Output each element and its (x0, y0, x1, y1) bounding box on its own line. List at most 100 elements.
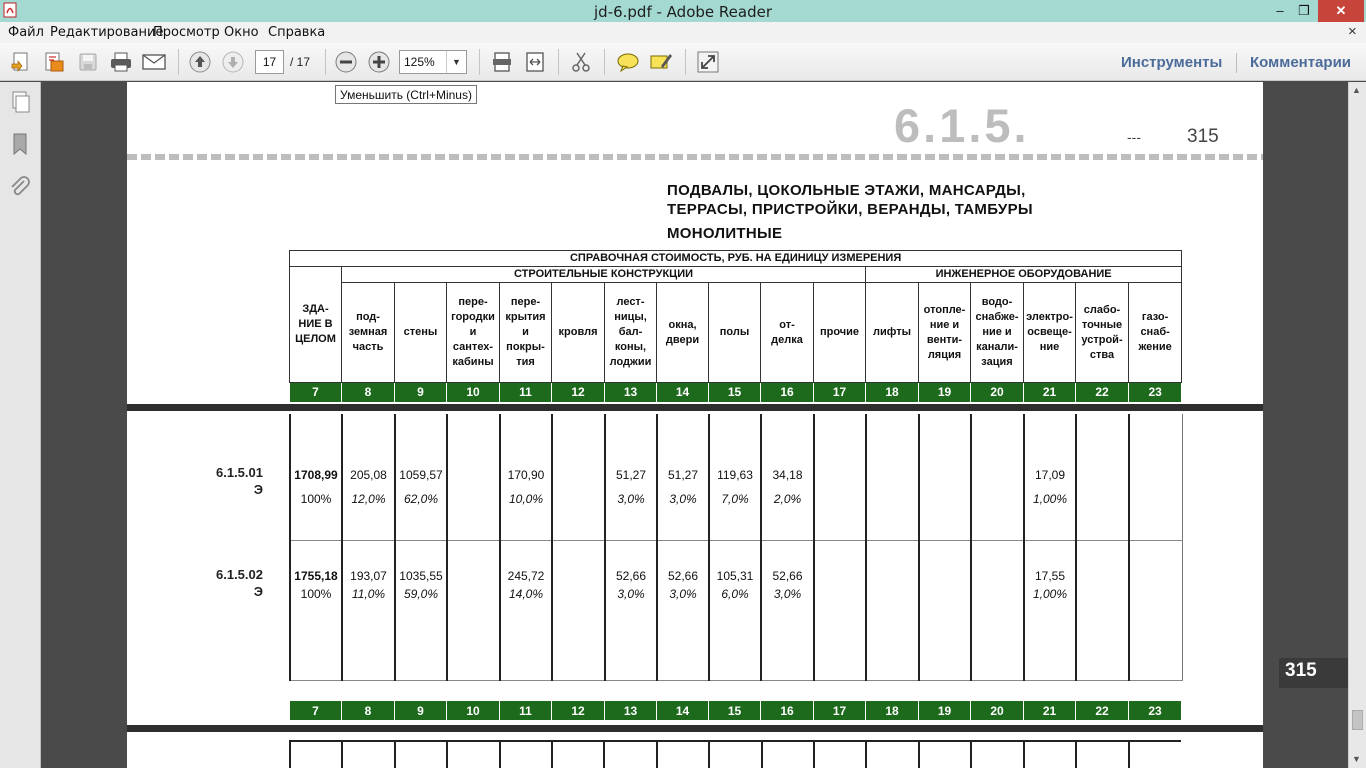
dashed-divider (127, 154, 1263, 160)
table-cell: 52,66 3,0% (760, 540, 815, 681)
fullscreen-icon (697, 51, 719, 73)
cell-percent: 1,00% (1032, 586, 1068, 601)
save-button[interactable] (75, 50, 101, 74)
section-heading-line2: ТЕРРАСЫ, ПРИСТРОЙКИ, ВЕРАНДЫ, ТАМБУРЫ (667, 201, 1033, 218)
column-number: 19 (918, 700, 971, 721)
table-cell (446, 740, 500, 768)
column-header: лифты (865, 282, 919, 383)
table-cell: 119,63 7,0% (708, 414, 762, 541)
menu-help[interactable]: Справка (268, 25, 325, 40)
column-header: кровля (551, 282, 605, 383)
zoom-select[interactable]: 125% ▼ (399, 50, 467, 74)
zoom-in-icon (368, 51, 390, 73)
cell-percent: 59,0% (403, 586, 439, 601)
page-number: 315 (1187, 126, 1219, 147)
table-cell (970, 414, 1025, 541)
zoom-out-button[interactable] (333, 50, 359, 74)
cell-value: 245,72 (507, 568, 545, 583)
tools-pane-button[interactable]: Инструменты (1121, 54, 1222, 71)
comment-button[interactable] (615, 50, 641, 74)
close-button[interactable]: ✕ (1318, 0, 1364, 22)
table-cell (918, 414, 972, 541)
column-header-building: ЗДА- НИЕ В ЦЕЛОМ (289, 266, 342, 383)
toolbar-separator (604, 49, 605, 75)
page-number-input[interactable]: 17 (255, 50, 284, 74)
fullscreen-button[interactable] (695, 50, 721, 74)
menu-file[interactable]: Файл (8, 25, 44, 40)
table-cell (970, 740, 1024, 768)
highlight-button[interactable] (648, 50, 674, 74)
cell-value: 52,66 (615, 568, 647, 583)
table-cell: 1035,55 59,0% (394, 540, 448, 681)
table-cell (865, 740, 919, 768)
maximize-button[interactable]: ❐ (1292, 0, 1316, 22)
table-cell: 51,27 3,0% (604, 414, 658, 541)
table-cell: 245,72 14,0% (499, 540, 553, 681)
chevron-down-icon[interactable]: ▼ (446, 51, 466, 73)
vertical-scrollbar[interactable]: ▲ ▼ (1348, 82, 1366, 768)
row-code-number: 6.1.5.02 (216, 567, 263, 582)
scroll-up-icon[interactable]: ▲ (1352, 85, 1361, 95)
fit-width-button[interactable] (522, 50, 548, 74)
cell-percent: 3,0% (617, 586, 645, 601)
column-number: 11 (499, 382, 552, 403)
cell-percent: 3,0% (773, 586, 802, 601)
column-number: 10 (446, 700, 500, 721)
scroll-down-icon[interactable]: ▼ (1352, 754, 1361, 764)
cell-value: 17,09 (1034, 468, 1066, 482)
table-divider (127, 725, 1263, 732)
menu-edit[interactable]: Редактирование (50, 25, 163, 40)
comments-pane-button[interactable]: Комментарии (1250, 54, 1351, 71)
email-button[interactable] (141, 50, 167, 74)
table-cell: 205,08 12,0% (341, 414, 396, 541)
menu-view[interactable]: Просмотр (153, 25, 220, 40)
section-heading-line1: ПОДВАЛЫ, ЦОКОЛЬНЫЕ ЭТАЖИ, МАНСАРДЫ, (667, 182, 1026, 199)
document-area[interactable]: 6.1.5. --- 315 ПОДВАЛЫ, ЦОКОЛЬНЫЕ ЭТАЖИ,… (41, 82, 1348, 768)
next-page-button[interactable] (220, 50, 246, 74)
toolbar-separator (685, 49, 686, 75)
column-header: слабо- точные устрой- ства (1075, 282, 1129, 383)
table-cell: 170,90 10,0% (499, 414, 553, 541)
comment-icon (617, 53, 639, 73)
cut-button[interactable] (568, 50, 594, 74)
column-number: 16 (760, 382, 814, 403)
zoom-in-button[interactable] (366, 50, 392, 74)
column-number: 12 (551, 382, 605, 403)
minimize-button[interactable]: ‒ (1268, 0, 1292, 22)
toolbar-separator (178, 49, 179, 75)
column-number: 10 (446, 382, 500, 403)
column-header: пере- городки и сантех- кабины (446, 282, 500, 383)
column-number: 8 (341, 700, 395, 721)
cell-percent: 6,0% (721, 586, 749, 601)
column-header: электро- освеще- ние (1023, 282, 1076, 383)
cell-percent: 11,0% (351, 586, 386, 601)
table-title: СПРАВОЧНАЯ СТОИМОСТЬ, РУБ. НА ЕДИНИЦУ ИЗ… (288, 250, 1183, 267)
combine-files-button[interactable] (41, 50, 67, 74)
table-cell: 193,07 11,0% (341, 540, 396, 681)
column-header: полы (708, 282, 761, 383)
table-footer-numbers: 7 8 9 10 11 12 13 14 15 16 17 18 19 20 21 22 23 (289, 700, 1182, 721)
column-number: 18 (865, 382, 919, 403)
pages-panel-icon[interactable] (8, 90, 32, 114)
combine-files-icon (45, 52, 64, 72)
row-code-number: 6.1.5.01 (216, 465, 263, 480)
scrollbar-thumb[interactable] (1352, 710, 1363, 730)
print-button[interactable] (108, 50, 134, 74)
table-cell (498, 740, 553, 768)
create-pdf-button[interactable] (8, 50, 34, 74)
cell-value: 1755,18 (294, 568, 338, 583)
cell-value: 193,07 (350, 568, 387, 583)
fit-page-button[interactable] (489, 50, 515, 74)
attachments-icon[interactable] (8, 175, 32, 199)
table-cell (917, 740, 972, 768)
table-body: 1708,99 100% 205,08 12,0% 1059,57 62,0% 170,90… (289, 414, 1183, 681)
column-number: 21 (1023, 382, 1076, 403)
group-header-construction: СТРОИТЕЛЬНЫЕ КОНСТРУКЦИИ (341, 266, 866, 283)
table-cell (1075, 414, 1130, 541)
bookmarks-icon[interactable] (8, 132, 32, 156)
column-number: 14 (656, 700, 709, 721)
previous-page-button[interactable] (187, 50, 213, 74)
close-document-button[interactable]: × (1348, 23, 1357, 40)
table-cell (551, 414, 606, 541)
menu-window[interactable]: Окно (224, 25, 259, 40)
